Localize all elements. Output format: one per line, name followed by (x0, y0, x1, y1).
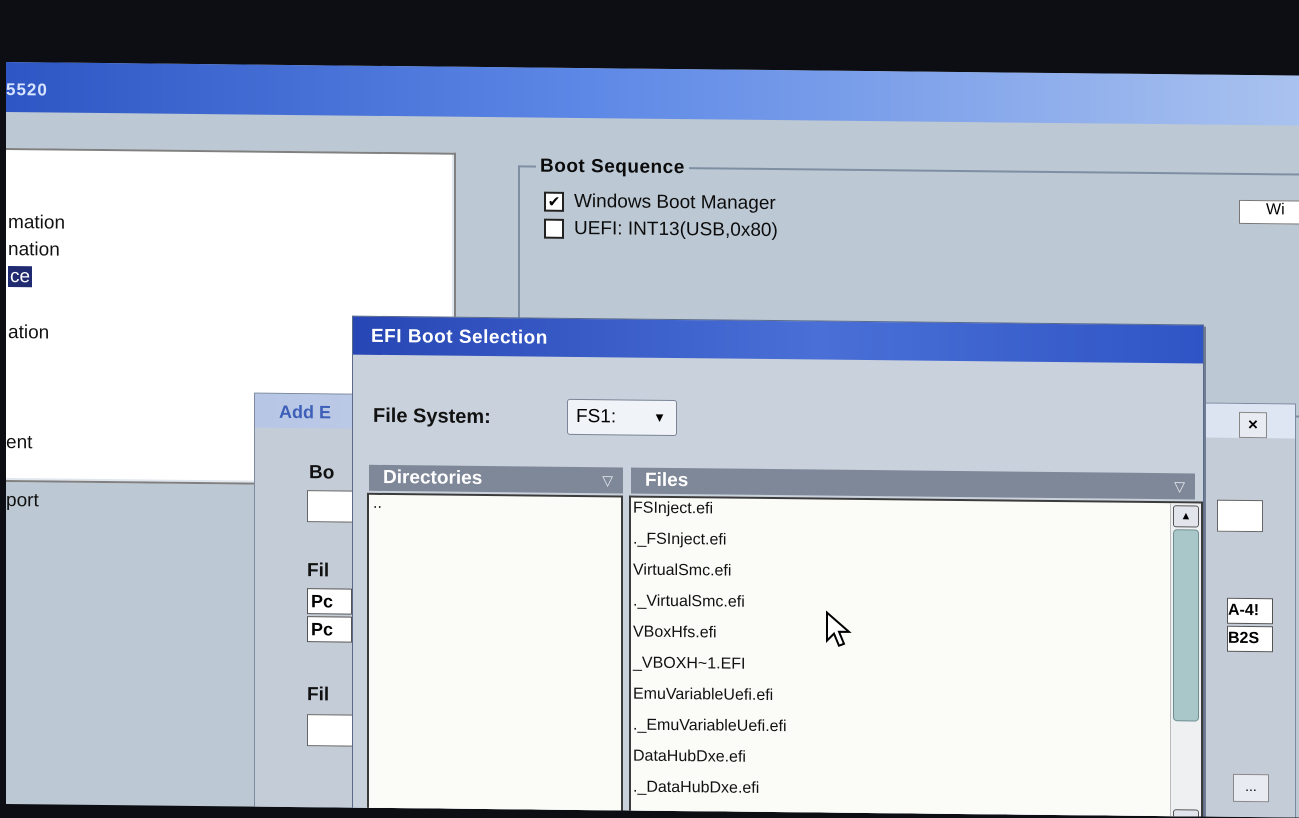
efi-dialog-title-bar: EFI Boot Selection (353, 316, 1203, 364)
boot-option-name-input-end[interactable] (1217, 499, 1263, 533)
file-system-entry[interactable]: Pc (307, 588, 352, 615)
scroll-up-icon[interactable]: ▲ (1173, 505, 1199, 528)
list-item[interactable]: ._EmuVariableUefi.efi (633, 717, 787, 737)
file-system-label: File System: (373, 404, 491, 429)
efi-boot-selection-dialog: EFI Boot Selection File System: FS1: ▼ D… (352, 315, 1204, 818)
boot-entry-windows[interactable]: ✔ Windows Boot Manager (544, 191, 776, 215)
tree-item[interactable]: ent (6, 432, 32, 454)
tree-item[interactable]: mation (8, 212, 65, 235)
file-system-entry[interactable]: Pc (307, 616, 352, 643)
bios-screen: 5520 mation nation ce ation ent port Boo… (6, 62, 1299, 818)
files-list[interactable]: FSInject.efi ._FSInject.efi VirtualSmc.e… (629, 495, 1203, 818)
boot-entry-label: Windows Boot Manager (574, 190, 776, 215)
efi-dialog-title: EFI Boot Selection (371, 325, 548, 349)
list-item[interactable]: DataHubDxe.efi (633, 748, 746, 767)
list-item[interactable]: VBoxHfs.efi (633, 624, 717, 643)
close-button[interactable]: × (1239, 411, 1267, 439)
files-header[interactable]: Files ▽ (631, 467, 1195, 500)
boot-option-name-label: Bo (309, 462, 335, 484)
main-title-bar: 5520 (6, 62, 1299, 126)
tree-item[interactable]: ation (8, 322, 49, 344)
tree-item[interactable]: port (6, 490, 39, 512)
tree-item-selected[interactable]: ce (8, 266, 33, 288)
file-system-select[interactable]: FS1: ▼ (567, 398, 677, 437)
checkbox-checked-icon[interactable]: ✔ (544, 191, 564, 212)
sort-icon: ▽ (602, 472, 613, 489)
list-item[interactable]: ._DataHubDxe.efi (633, 779, 759, 798)
tree-item[interactable]: nation (8, 239, 60, 262)
list-item[interactable]: EmuVariableUefi.efi (633, 686, 773, 705)
list-item[interactable]: .. (373, 495, 382, 513)
browse-button[interactable]: ... (1233, 773, 1269, 803)
chevron-down-icon: ▼ (653, 409, 666, 425)
file-system-guid[interactable]: A-4! (1227, 597, 1273, 625)
files-scrollbar[interactable]: ▲ ▼ (1170, 503, 1201, 818)
list-item[interactable]: ._VirtualSmc.efi (633, 593, 745, 612)
list-item[interactable]: FSInject.efi (633, 500, 713, 519)
boot-option-name-input[interactable] (307, 490, 355, 523)
boot-option-field[interactable]: Wi (1239, 199, 1299, 226)
tree-item-selected-label: ce (8, 266, 33, 288)
boot-entry-usb[interactable]: UEFI: INT13(USB,0x80) (544, 218, 778, 242)
scroll-thumb[interactable] (1173, 529, 1199, 722)
files-header-label: Files (645, 469, 689, 492)
main-title-text: 5520 (6, 80, 48, 100)
add-dialog-title: Add E (279, 401, 331, 423)
sort-icon: ▽ (1174, 478, 1185, 495)
directories-header-label: Directories (383, 466, 483, 489)
directories-list[interactable]: .. (367, 492, 623, 818)
checkbox-unchecked-icon[interactable] (544, 218, 564, 239)
list-item[interactable]: ._FSInject.efi (633, 531, 726, 550)
directories-header[interactable]: Directories ▽ (369, 464, 623, 494)
boot-entry-label: UEFI: INT13(USB,0x80) (574, 217, 778, 242)
file-system-guid[interactable]: B2S (1227, 625, 1273, 653)
file-name-label: Fil (307, 684, 330, 706)
list-item[interactable]: _VBOXH~1.EFI (633, 655, 746, 674)
file-system-label: Fil (307, 560, 330, 582)
list-item[interactable]: VirtualSmc.efi (633, 562, 731, 581)
mouse-cursor-icon (826, 610, 852, 648)
boot-sequence-title: Boot Sequence (536, 155, 689, 180)
file-system-value: FS1: (576, 405, 617, 428)
file-name-input[interactable] (307, 714, 355, 747)
scroll-down-icon[interactable]: ▼ (1173, 809, 1199, 818)
